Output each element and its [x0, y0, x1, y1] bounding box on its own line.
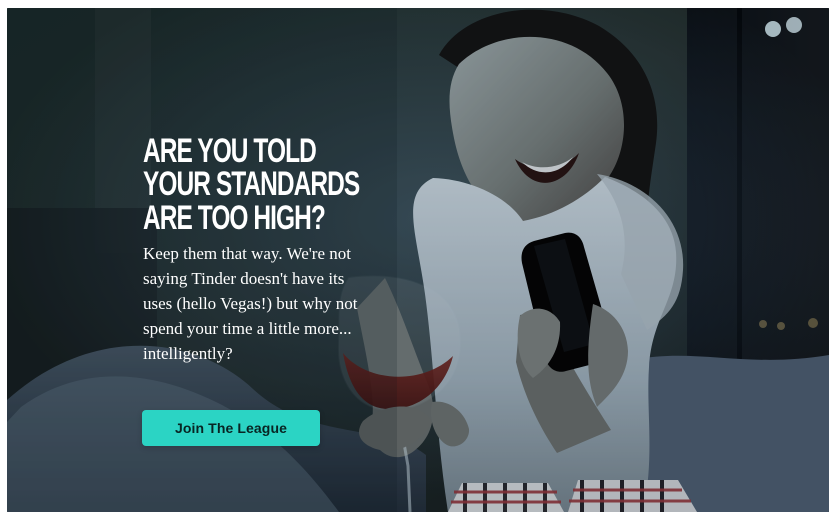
- hero-copy: ARE YOU TOLD YOUR STANDARDS ARE TOO HIGH…: [143, 132, 403, 366]
- page-frame: ARE YOU TOLD YOUR STANDARDS ARE TOO HIGH…: [0, 0, 835, 516]
- hero-description: Keep them that way. We're not saying Tin…: [143, 243, 358, 363]
- hero-background-photo: [7, 8, 829, 512]
- hero-headline: ARE YOU TOLD YOUR STANDARDS ARE TOO HIGH…: [143, 132, 360, 237]
- join-the-league-button[interactable]: Join The League: [142, 410, 320, 446]
- hero-banner: ARE YOU TOLD YOUR STANDARDS ARE TOO HIGH…: [7, 8, 829, 512]
